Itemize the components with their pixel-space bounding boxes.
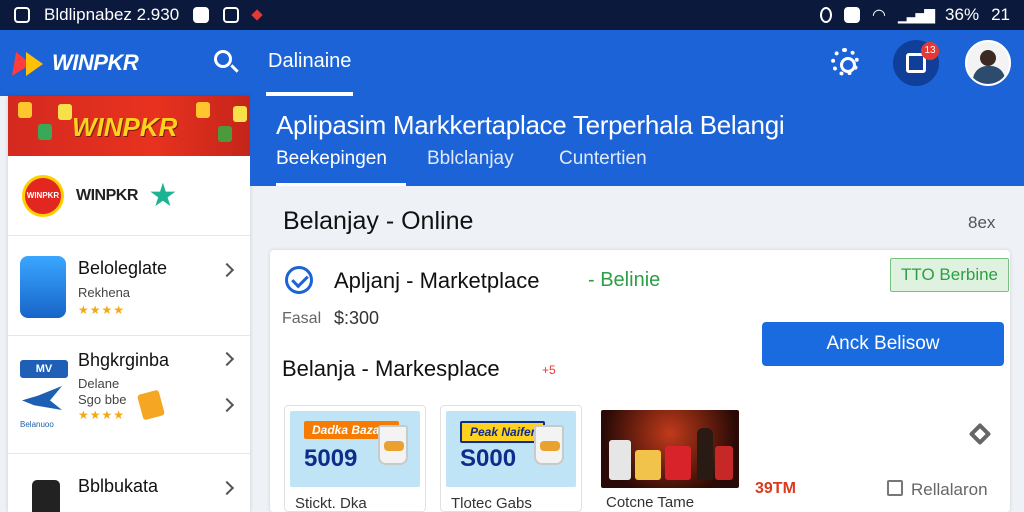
box-icon [609, 440, 631, 480]
food-cup-icon [534, 425, 564, 465]
signal-icon: ▁▃▅▇ [897, 6, 935, 23]
avatar-body [973, 66, 1005, 84]
left-panel: WINPKR WINPKR WINPKR Beloleglate Rekhena… [8, 96, 250, 512]
plane-icon [22, 386, 62, 410]
app-icon [14, 7, 30, 23]
list-item-subtitle: Rekhena [78, 285, 131, 300]
notification-icon [193, 7, 210, 23]
product-card[interactable]: Dadka Bazaar 5009 Stickt. Dka [284, 405, 426, 512]
product-image: Dadka Bazaar 5009 [290, 411, 420, 487]
list-item-tag-2: Belanuoo [20, 420, 54, 429]
marketplace-card: Apljanj - Marketplace - Belinie TTO Berb… [270, 250, 1010, 512]
product-card[interactable]: Peak Naifer S000 Tlotec Gabs [440, 405, 582, 512]
cup-icon [635, 450, 661, 480]
status-badge: TTO Berbine [890, 258, 1010, 292]
phone-app-icon [20, 256, 66, 318]
star-icon [150, 182, 176, 207]
check-circle-icon [285, 266, 313, 294]
chevron-right-icon [219, 351, 235, 367]
tab-bblclanjay[interactable]: Bblclanjay [427, 148, 514, 186]
avatar[interactable] [965, 40, 1011, 86]
notification-badge: 13 [921, 42, 939, 60]
page-title: Aplipasim Markkertaplace Terperhala Bela… [276, 110, 785, 140]
brand-logo: WINPKR [22, 174, 64, 217]
price-value: $:300 [334, 308, 380, 328]
confetti-icon [18, 102, 32, 118]
alert-dot-icon [251, 9, 263, 21]
tab-main[interactable]: Dalinaine [266, 30, 354, 96]
confetti-icon [218, 126, 232, 142]
promo-number: 5009 [304, 445, 358, 472]
primary-action-button[interactable]: Anck Belisow [762, 322, 1004, 366]
brand-name: WINPKR [76, 186, 138, 204]
confetti-icon [233, 106, 247, 122]
confetti-icon [58, 104, 72, 120]
banner-title: WINPKR [72, 112, 178, 142]
clock: 21 [991, 5, 1010, 24]
list-item-subtitle: Delane [78, 376, 120, 391]
bottle-icon [697, 428, 713, 480]
chevron-right-icon [219, 262, 235, 278]
logo-mark-icon [14, 50, 48, 76]
status-bar: Bldlipnabez 2.930 ◠ ▁▃▅▇ 36% 21 [0, 0, 1024, 30]
list-item-title: Beloleglate [78, 258, 168, 278]
spark-icon: +5 [542, 363, 556, 377]
top-app-bar: WINPKR Dalinaine 13 [0, 30, 1024, 96]
notifications-button[interactable]: 13 [893, 40, 939, 86]
detail-link[interactable]: Rellalaron [911, 480, 988, 500]
product-label: Stickt. Dka [295, 495, 367, 512]
list-item-tag: MV [20, 360, 68, 378]
status-title: Bldlipnabez 2.930 [44, 5, 180, 24]
app-logo[interactable]: WINPKR [14, 50, 139, 76]
can-icon [665, 446, 691, 480]
promo-number: S000 [460, 445, 517, 472]
list-item-title: Bhgkrginba [78, 350, 170, 370]
subsection-title: Belanja - Markesplace [282, 356, 500, 381]
sim-icon [844, 7, 860, 23]
promo-tag: Peak Naifer [460, 421, 546, 443]
avatar-head [980, 50, 996, 66]
product-image: Peak Naifer S000 [446, 411, 576, 487]
promo-banner[interactable]: WINPKR [8, 96, 250, 156]
can-icon [715, 446, 733, 480]
price-tag: 39TM [755, 480, 796, 497]
search-icon [214, 50, 232, 68]
phone-app-icon [32, 480, 60, 512]
food-cup-icon [378, 425, 408, 465]
price-label: Fasal [282, 310, 322, 327]
camera-icon [223, 7, 240, 23]
brand-row[interactable]: WINPKR WINPKR [8, 156, 250, 236]
list-item-title: Bblbukata [78, 476, 159, 496]
list-item[interactable]: MV Belanuoo Bhgkrginba Delane Sgo bbe ★★… [8, 336, 250, 454]
status-text: - Belinie [588, 269, 661, 291]
list-item[interactable]: Beloleglate Rekhena ★★★★ [8, 236, 250, 336]
section-aside-link[interactable]: 8ex [968, 213, 995, 233]
bookmark-icon[interactable] [887, 480, 903, 496]
rating-stars: ★★★★ [78, 408, 126, 422]
vibrate-icon [820, 7, 832, 23]
tab-beekepingen[interactable]: Beekepingen [276, 148, 406, 186]
confetti-icon [196, 102, 210, 118]
list-item[interactable]: Bblbukata [8, 454, 250, 512]
gift-icon [137, 389, 165, 421]
product-label: Tlotec Gabs [451, 495, 532, 512]
product-label: Cotcne Tame [606, 494, 695, 511]
search-button[interactable] [212, 48, 242, 78]
confetti-icon [38, 124, 52, 140]
product-image [601, 410, 739, 488]
section-title: Belanjay - Online [283, 207, 474, 235]
search-icon-handle [230, 64, 239, 73]
settings-gear-icon[interactable] [831, 48, 859, 76]
tab-cuntertien[interactable]: Cuntertien [559, 148, 647, 186]
chevron-right-icon [219, 480, 235, 496]
wifi-icon: ◠ [872, 7, 886, 24]
main-header: Aplipasim Markkertaplace Terperhala Bela… [250, 96, 1024, 186]
battery-text: 36% [945, 5, 980, 24]
logo-text: WINPKR [52, 50, 139, 75]
list-item-subtitle-2: Sgo bbe [78, 392, 127, 407]
card-title: Apljanj - Marketplace [334, 268, 540, 293]
chevron-right-icon [219, 397, 235, 413]
rating-stars: ★★★★ [78, 303, 126, 317]
